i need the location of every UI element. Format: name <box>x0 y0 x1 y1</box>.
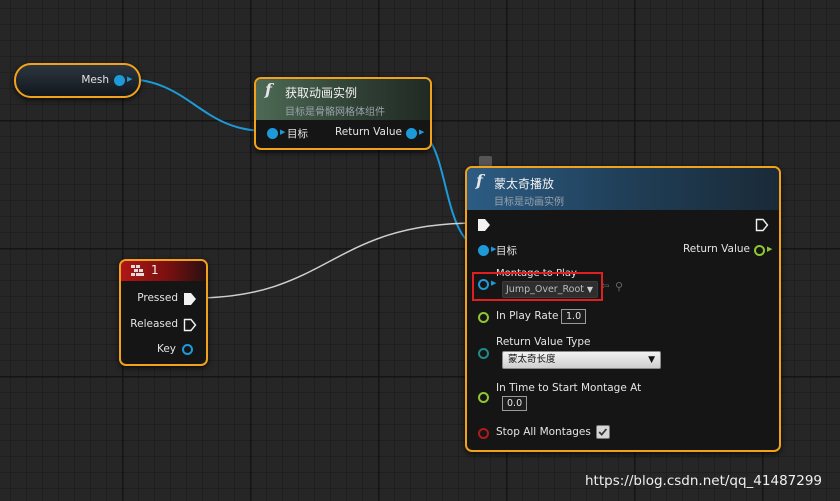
input-key-node[interactable]: 1 Pressed Released Key <box>119 259 208 366</box>
input-key-title: 1 <box>151 263 159 277</box>
released-label: Released <box>130 318 178 330</box>
exec-output-pin[interactable] <box>755 218 769 232</box>
return-value-arrow: ▶ <box>419 128 425 136</box>
mesh-variable-node[interactable]: Mesh ▶ <box>14 63 141 98</box>
target-input-arrow: ▶ <box>280 128 286 136</box>
target-input-pin[interactable] <box>267 128 278 139</box>
return-value-arrow: ▶ <box>767 245 773 253</box>
mesh-output-arrow: ▶ <box>127 75 133 83</box>
return-value-pin[interactable] <box>754 245 765 256</box>
montage-play-title: 蒙太奇播放 <box>494 177 555 191</box>
wire-pressed-to-exec <box>193 222 477 299</box>
function-icon: f <box>476 171 483 190</box>
return-type-value: 蒙太奇长度 <box>508 354 556 365</box>
return-type-dropdown[interactable]: 蒙太奇长度 ▼ <box>502 351 661 369</box>
checkmark-icon <box>598 428 608 436</box>
get-anim-instance-subtitle: 目标是骨骼网格体组件 <box>285 107 385 118</box>
montage-play-subtitle: 目标是动画实例 <box>494 197 564 208</box>
target-input-label: 目标 <box>287 128 308 140</box>
chevron-down-icon: ▼ <box>648 355 655 365</box>
stop-all-label: Stop All Montages <box>496 426 591 438</box>
get-anim-instance-header: f 获取动画实例 目标是骨骼网格体组件 <box>256 79 430 120</box>
play-rate-input[interactable]: 1.0 <box>561 309 587 324</box>
released-exec-pin[interactable] <box>183 318 197 332</box>
wire-mesh-to-target <box>123 78 267 132</box>
start-time-input[interactable]: 0.0 <box>502 396 528 411</box>
stop-all-checkbox[interactable] <box>596 425 610 439</box>
stop-all-pin[interactable] <box>478 428 489 439</box>
pressed-label: Pressed <box>137 292 178 304</box>
play-rate-pin[interactable] <box>478 312 489 323</box>
watermark-url: https://blog.csdn.net/qq_41487299 <box>585 473 823 489</box>
highlight-box <box>472 272 603 301</box>
montage-play-node[interactable]: f 蒙太奇播放 目标是动画实例 ▶ 目标 Return Value ▶ ▶ Mo… <box>465 166 781 452</box>
start-time-pin[interactable] <box>478 392 489 403</box>
target-label: 目标 <box>496 245 517 257</box>
key-output-pin[interactable] <box>182 344 193 355</box>
return-type-pin[interactable] <box>478 348 489 359</box>
mesh-label: Mesh <box>81 74 109 86</box>
key-label: Key <box>156 343 176 355</box>
get-anim-instance-title: 获取动画实例 <box>285 86 358 100</box>
montage-play-header: f 蒙太奇播放 目标是动画实例 <box>467 168 779 210</box>
target-input-pin[interactable] <box>478 245 489 256</box>
keyboard-icon <box>131 265 144 276</box>
mesh-output-pin[interactable] <box>114 75 125 86</box>
return-value-label: Return Value <box>334 126 402 138</box>
return-value-pin[interactable] <box>406 128 417 139</box>
play-rate-label: In Play Rate <box>496 310 559 322</box>
function-icon: f <box>265 80 272 99</box>
return-value-label: Return Value <box>682 243 750 255</box>
browse-magnifier-icon[interactable]: ⚲ <box>615 280 623 293</box>
start-time-label: In Time to Start Montage At <box>496 382 642 394</box>
exec-input-pin[interactable] <box>477 218 491 232</box>
pressed-exec-pin[interactable] <box>183 292 197 306</box>
get-anim-instance-node[interactable]: f 获取动画实例 目标是骨骼网格体组件 ▶ 目标 Return Value ▶ <box>254 77 432 150</box>
return-type-label: Return Value Type <box>496 336 591 348</box>
input-key-header: 1 <box>121 261 206 281</box>
